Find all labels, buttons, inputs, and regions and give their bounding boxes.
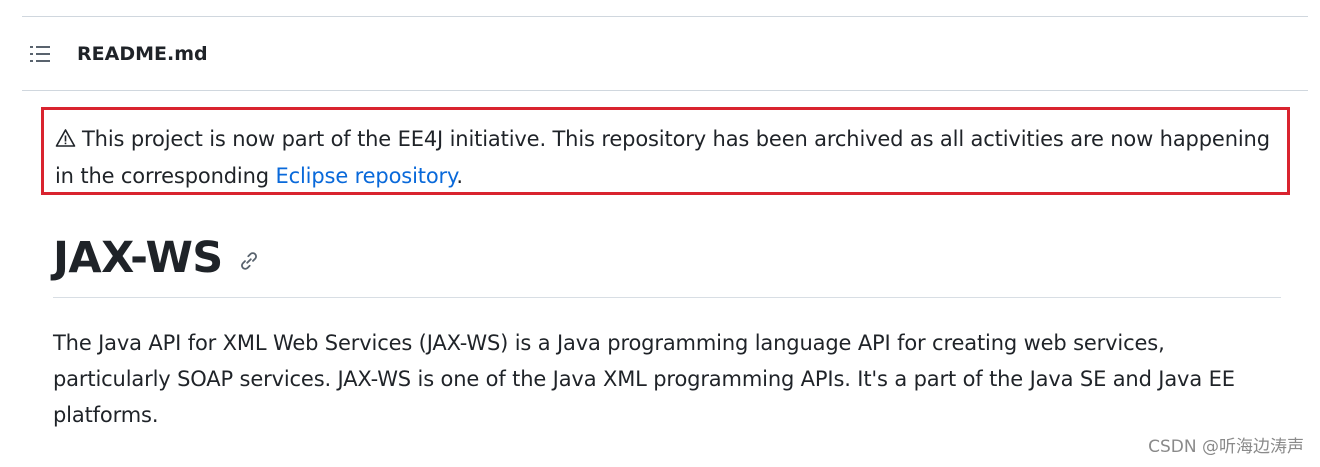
heading-divider: [53, 297, 1281, 298]
heading-row: JAX-WS: [53, 228, 261, 288]
outline-button[interactable]: [28, 44, 52, 64]
page-title: JAX-WS: [53, 233, 223, 283]
eclipse-repository-link[interactable]: Eclipse repository: [275, 164, 456, 188]
file-name: README.md: [77, 43, 208, 65]
list-unordered-icon: [30, 46, 50, 62]
notice-text-after: .: [456, 163, 463, 188]
warning-icon: [55, 129, 76, 147]
file-header: README.md: [22, 17, 1308, 91]
readme-viewer: README.md This project is now part of th…: [0, 0, 1320, 467]
heading-anchor-link[interactable]: [237, 249, 261, 273]
notice-text: This project is now part of the EE4J ini…: [55, 121, 1291, 194]
notice-text-before: This project is now part of the EE4J ini…: [55, 127, 1270, 188]
link-icon: [240, 252, 257, 270]
watermark: CSDN @听海边涛声: [1148, 437, 1304, 457]
description-paragraph: The Java API for XML Web Services (JAX-W…: [53, 331, 1235, 427]
archive-notice: This project is now part of the EE4J ini…: [41, 107, 1290, 195]
